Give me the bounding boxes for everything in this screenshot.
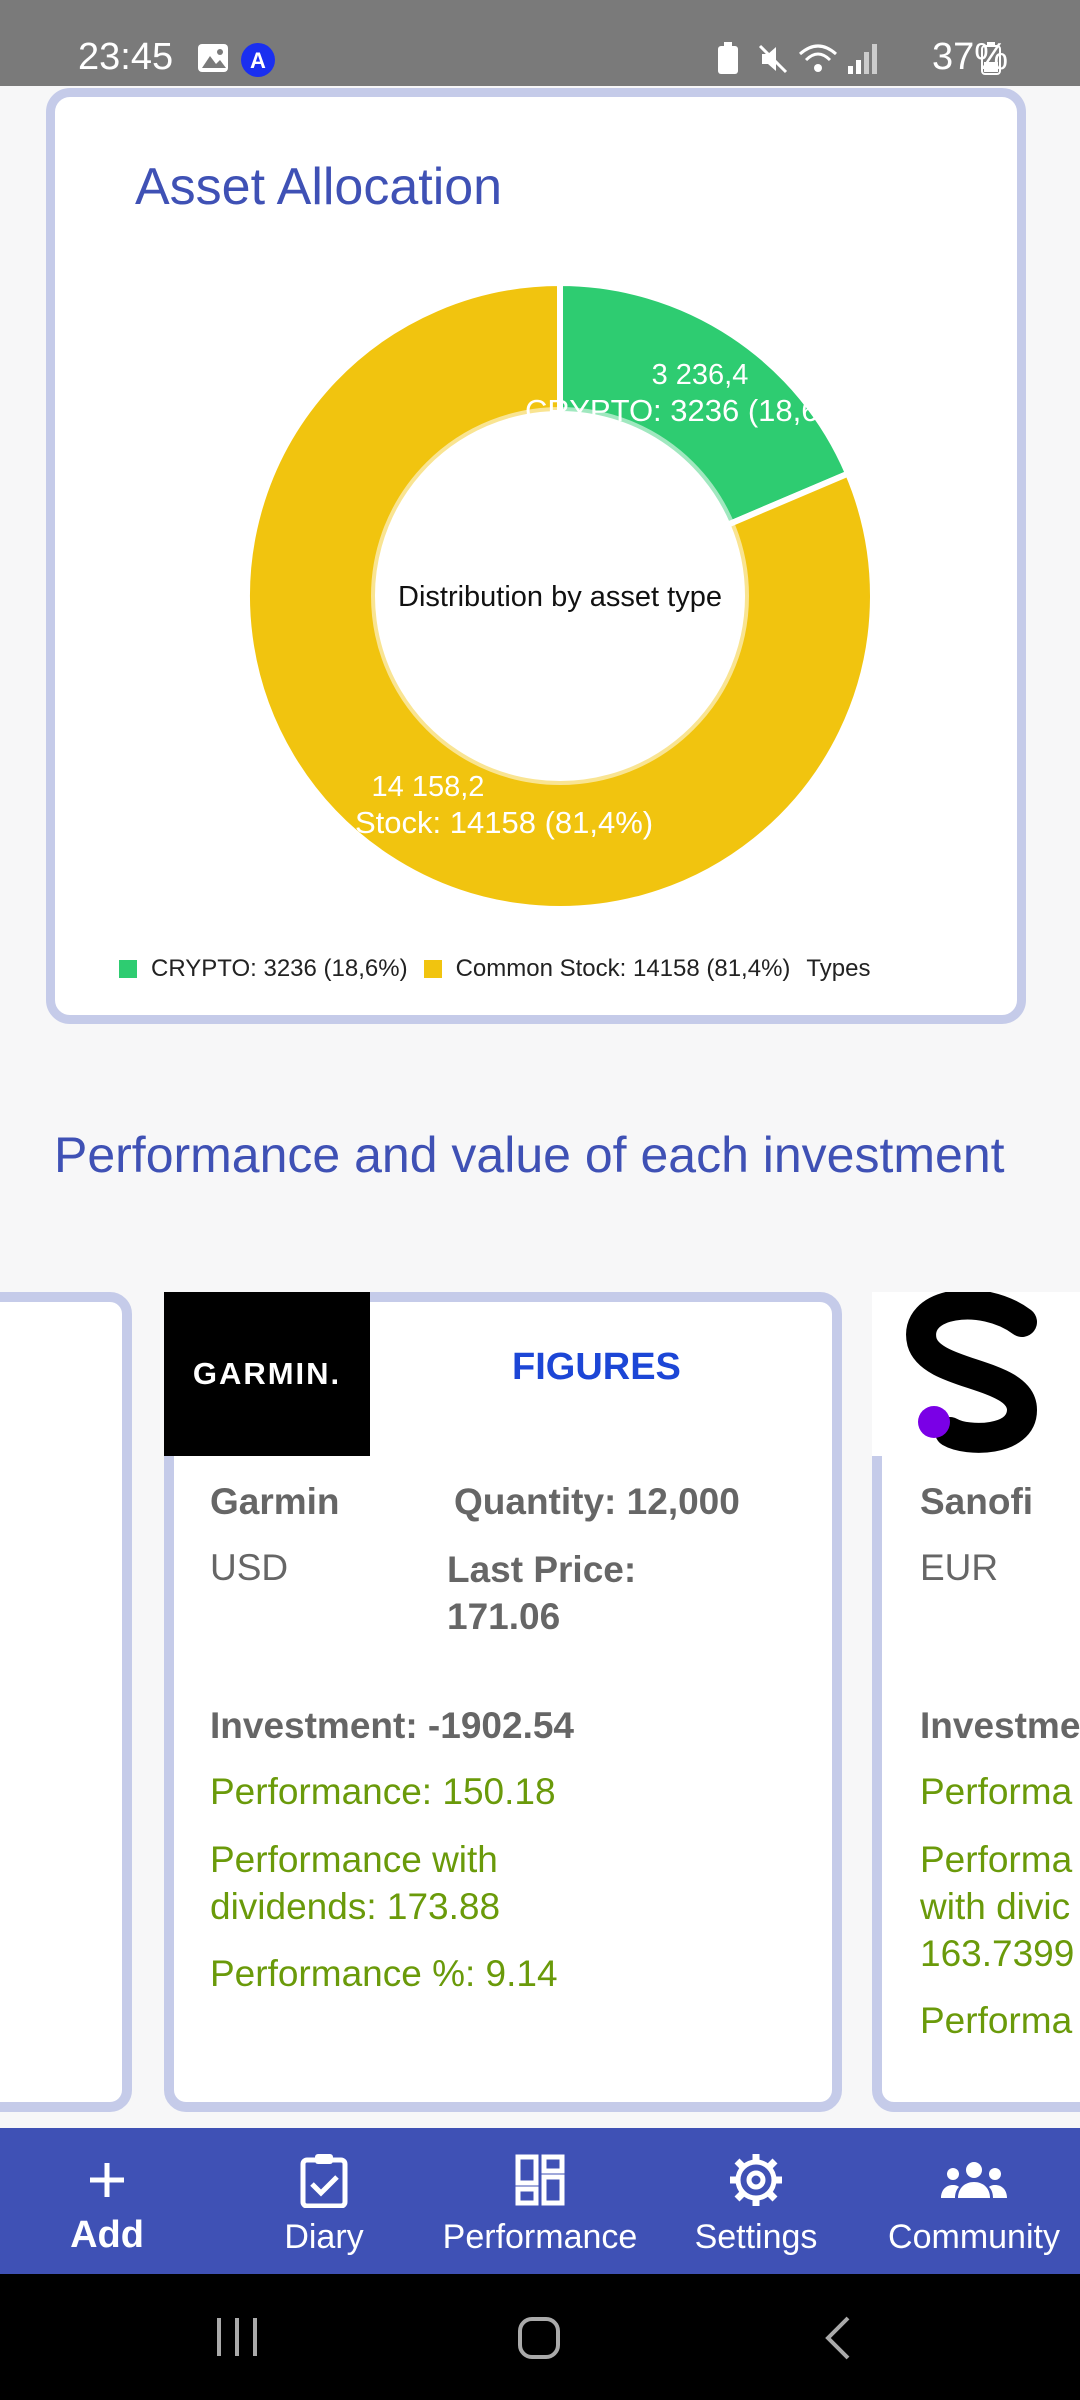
nav-performance[interactable]: Performance — [430, 2128, 650, 2274]
nav-settings[interactable]: Settings — [676, 2128, 836, 2274]
asset-allocation-donut-chart[interactable]: 3 236,4CRYPTO: 3236 (18,6%)14 158,2Stock… — [55, 97, 1017, 1015]
performance-dividends-line1: Performance with — [210, 1839, 498, 1880]
gear-icon — [729, 2150, 783, 2210]
last-price-label: Last Price: — [447, 1549, 637, 1590]
performance-dividends-line2: dividends: 173.88 — [210, 1886, 501, 1927]
sanofi-perf-div-line2: with divic — [920, 1886, 1071, 1927]
asset-allocation-card: Asset Allocation 3 236,4 CRYPTO: 3236 (18… — [46, 88, 1026, 1024]
donut-center-label: Distribution by asset type — [398, 581, 722, 613]
figures-link[interactable]: FIGURES — [512, 1346, 681, 1389]
garmin-logo: GARMIN. — [164, 1292, 370, 1456]
last-price-value: 171.06 — [447, 1596, 561, 1637]
sanofi-perf-div-line1: Performa — [920, 1839, 1073, 1880]
nav-diary-label: Diary — [284, 2218, 364, 2256]
back-icon[interactable] — [822, 2316, 854, 2360]
sanofi-performance-percent: Performa — [920, 2000, 1073, 2041]
performance-percent: Performance %: 9.14 — [210, 1953, 558, 1994]
investment-amount: Investment: -1902.54 — [210, 1705, 575, 1746]
slice-value-crypto: 3 236,4 — [652, 359, 749, 391]
sanofi-perf-div-line3: 163.7399 — [920, 1933, 1075, 1974]
sanofi-performance: Performa — [920, 1771, 1073, 1812]
legend-label-common-stock: Common Stock: 14158 (81,4%) — [455, 955, 791, 982]
battery-saver-icon — [718, 42, 738, 74]
bottom-navigation: Add Diary Performance Settings Community — [0, 2128, 1080, 2274]
group-icon — [941, 2150, 1007, 2210]
legend-item-crypto[interactable]: CRYPTO: 3236 (18,6%) — [119, 955, 408, 983]
nav-add[interactable]: Add — [40, 2128, 174, 2274]
nav-performance-label: Performance — [442, 2218, 638, 2256]
signal-icon — [848, 44, 877, 74]
nav-community-label: Community — [888, 2218, 1060, 2256]
slice-label-common-stock: Stock: 14158 (81,4%) — [355, 805, 653, 840]
sanofi-investment: Investme — [920, 1705, 1080, 1746]
sanofi-currency: EUR — [920, 1547, 999, 1588]
slice-label-crypto: CRYPTO: 3236 (18,6%) — [525, 393, 856, 428]
investment-quantity: Quantity: 12,000 — [454, 1481, 740, 1522]
sanofi-logo — [872, 1292, 1080, 1456]
chart-legend: CRYPTO: 3236 (18,6%) Common Stock: 14158… — [119, 955, 870, 983]
recent-apps-icon[interactable] — [214, 2316, 260, 2358]
investment-card-previous[interactable] — [0, 1292, 132, 2112]
image-icon — [198, 44, 228, 72]
plus-icon — [87, 2150, 127, 2210]
svg-text:A: A — [250, 48, 266, 73]
investment-currency: USD — [210, 1547, 289, 1588]
legend-types-label: Types — [806, 955, 871, 982]
legend-label-crypto: CRYPTO: 3236 (18,6%) — [151, 955, 408, 982]
dashboard-icon — [515, 2150, 565, 2210]
nav-diary[interactable]: Diary — [254, 2128, 394, 2274]
wifi-icon — [799, 44, 837, 72]
sanofi-name: Sanofi — [920, 1481, 1034, 1522]
system-navigation-bar — [0, 2274, 1080, 2400]
slice-value-common-stock: 14 158,2 — [372, 771, 485, 803]
investment-name: Garmin — [210, 1481, 340, 1522]
a-badge-icon: A — [241, 43, 275, 77]
nav-settings-label: Settings — [694, 2218, 818, 2256]
legend-swatch-crypto — [119, 960, 137, 978]
status-bar: 23:45 A 37% — [0, 0, 1080, 86]
mute-icon — [758, 44, 788, 74]
nav-add-label: Add — [70, 2214, 144, 2256]
nav-community[interactable]: Community — [868, 2128, 1080, 2274]
battery-icon — [981, 42, 1001, 75]
status-time: 23:45 — [78, 36, 174, 78]
home-icon[interactable] — [516, 2316, 562, 2360]
legend-swatch-common-stock — [423, 960, 442, 978]
performance-value: Performance: 150.18 — [210, 1771, 556, 1812]
legend-item-common-stock[interactable]: Common Stock: 14158 (81,4%) — [423, 955, 791, 983]
performance-section-title: Performance and value of each investment — [54, 1127, 1005, 1183]
clipboard-check-icon — [298, 2150, 350, 2210]
